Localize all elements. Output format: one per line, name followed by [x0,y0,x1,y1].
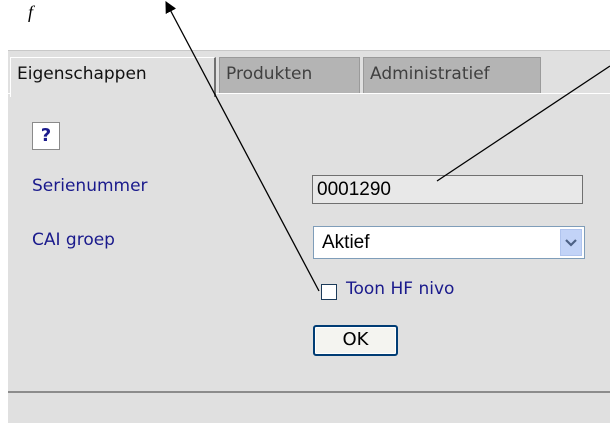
dropdown-arrow-icon[interactable] [560,229,582,256]
serial-number-field: 0001290 [312,175,583,204]
tab-administratief[interactable]: Administratief [363,57,541,93]
properties-panel: Eigenschappen Produkten Administratief ?… [8,50,610,423]
document-text-fragment: f [28,2,34,22]
cai-group-select[interactable]: Aktief [313,226,585,259]
ok-button[interactable]: OK [313,325,398,356]
tab-eigenschappen[interactable]: Eigenschappen [10,57,216,97]
bottom-separator [8,391,610,393]
cai-group-selected-value: Aktief [322,232,370,253]
show-hf-level-checkbox[interactable] [321,284,337,300]
serial-number-label: Serienummer [32,176,148,196]
panel-top-border [8,50,610,51]
cai-group-label: CAI groep [32,230,115,250]
tab-produkten[interactable]: Produkten [219,57,360,93]
help-button[interactable]: ? [32,122,60,150]
show-hf-level-label[interactable]: Toon HF nivo [346,279,454,299]
